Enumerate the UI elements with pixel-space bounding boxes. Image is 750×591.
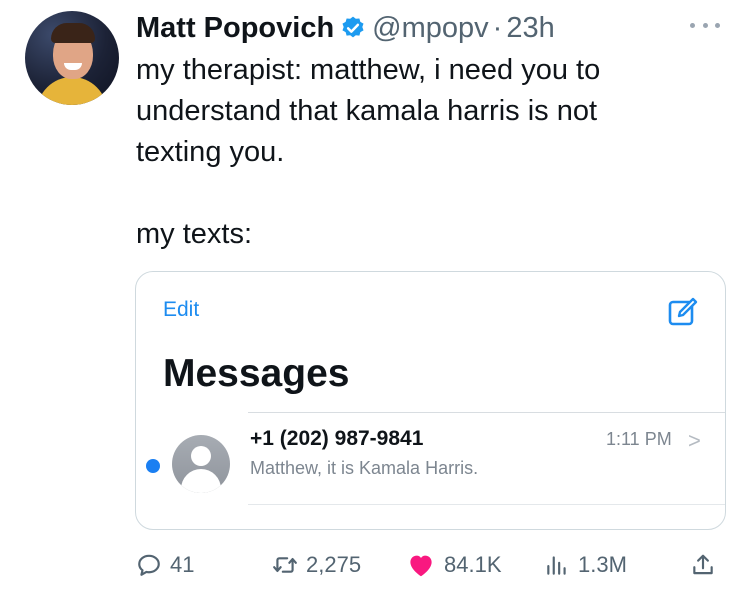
more-dot [702,22,708,28]
share-icon [693,554,713,575]
unread-indicator [146,459,160,473]
tweet-text-line: understand that kamala harris is not [136,95,598,127]
tweet: Matt Popovich @mpopv · 23h my therapist:… [0,0,750,591]
tweet-header: Matt Popovich @mpopv · 23h [136,8,555,48]
edit-button[interactable]: Edit [163,298,199,322]
more-options-icon[interactable] [690,20,720,30]
tweet-text-followup: my texts: [136,218,253,250]
timestamp[interactable]: 23h [506,12,554,45]
retweet-icon [273,557,297,573]
avatar-hair [51,23,95,43]
compose-icon[interactable] [667,296,699,328]
conversation-preview: Matthew, it is Kamala Harris. [250,458,479,478]
more-dot [715,22,720,28]
more-dot [690,22,695,28]
conversation-time: 1:11 PM [606,429,672,449]
retweet-count: 2,275 [306,552,362,577]
display-name[interactable]: Matt Popovich [136,12,334,45]
chevron-right-icon: > [688,428,701,453]
share-button[interactable] [690,543,716,587]
avatar-shirt [37,77,107,105]
contact-avatar-head [191,446,211,466]
conversation-sender: +1 (202) 987-9841 [250,427,424,450]
action-bar: 41 2,275 84.1K 1.3M [0,543,750,587]
contact-avatar-body [181,469,221,493]
heart-icon [410,555,432,577]
tweet-text-line: my therapist: matthew, i need you to [136,54,601,86]
contact-avatar [172,435,230,493]
reply-button[interactable]: 41 [136,543,194,587]
list-divider [248,412,725,413]
like-button[interactable]: 84.1K [406,543,502,587]
verified-badge-icon [342,16,364,38]
views-icon [547,556,566,575]
embedded-screenshot[interactable]: Edit Messages +1 (202) 987-9841 Matthew,… [135,271,726,530]
like-count: 84.1K [444,552,502,577]
avatar[interactable] [25,11,119,105]
views-button[interactable]: 1.3M [544,543,627,587]
tweet-text: my therapist: matthew, i need you to und… [136,50,726,255]
reply-icon [138,554,160,576]
reply-count: 41 [170,552,195,577]
view-count: 1.3M [578,552,627,577]
list-divider [248,504,725,505]
messages-title: Messages [163,352,350,395]
header-separator: · [492,11,503,44]
tweet-text-line: texting you. [136,136,285,168]
user-handle[interactable]: @mpopv [372,12,488,45]
retweet-button[interactable]: 2,275 [272,543,361,587]
